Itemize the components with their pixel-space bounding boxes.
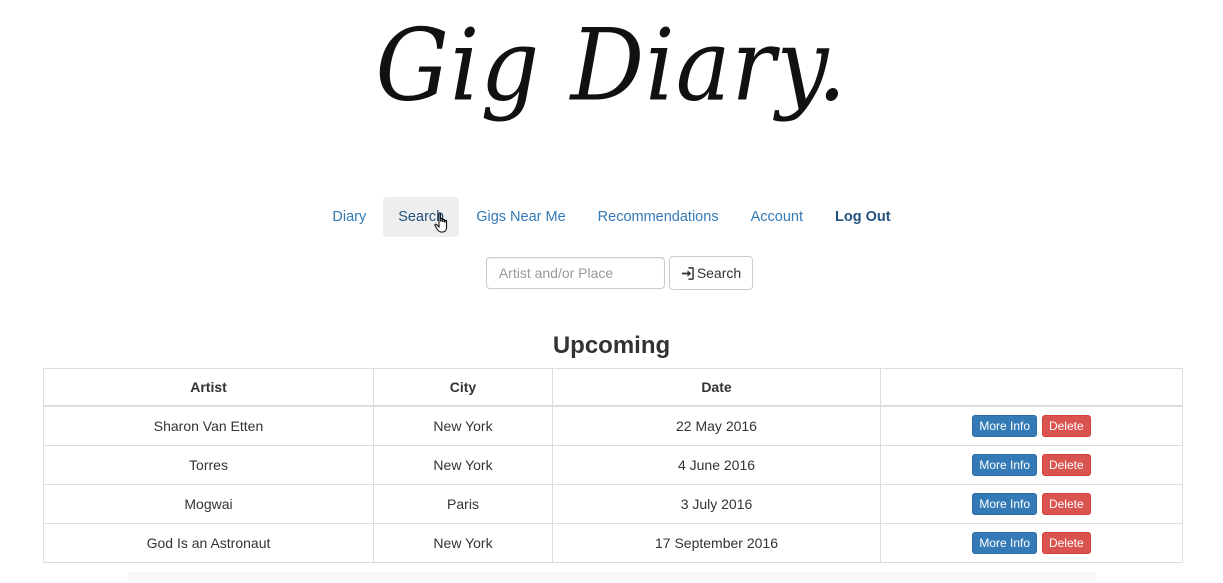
nav-account[interactable]: Account [736, 197, 818, 237]
page: Gig Diary. Diary Search Gigs Near Me Rec… [0, 0, 1223, 583]
actions-cell: More Info Delete [880, 484, 1183, 524]
column-header-city: City [373, 368, 553, 407]
more-info-button[interactable]: More Info [972, 454, 1038, 476]
artist-cell: Mogwai [43, 484, 374, 524]
table-row: Mogwai Paris 3 July 2016 More Info Delet… [43, 484, 1183, 524]
artist-cell: Sharon Van Etten [43, 405, 374, 446]
date-cell: 17 September 2016 [552, 523, 881, 563]
nav-log-out[interactable]: Log Out [820, 197, 906, 237]
search-button-label: Search [696, 265, 742, 281]
logo-text: Gig Diary. [375, 7, 848, 124]
delete-button[interactable]: Delete [1041, 454, 1091, 476]
sign-in-icon [681, 266, 694, 280]
delete-button[interactable]: Delete [1041, 415, 1091, 437]
table-row: Torres New York 4 June 2016 More Info De… [43, 445, 1183, 485]
actions-cell: More Info Delete [880, 445, 1183, 485]
delete-button[interactable]: Delete [1041, 532, 1091, 554]
actions-cell: More Info Delete [880, 405, 1183, 446]
date-cell: 22 May 2016 [552, 405, 881, 446]
city-cell: Paris [373, 484, 553, 524]
upcoming-table: Artist City Date Sharon Van Etten New Yo… [43, 368, 1183, 563]
more-info-button[interactable]: More Info [972, 415, 1038, 437]
column-header-actions [880, 368, 1183, 407]
table-header-row: Artist City Date [43, 368, 1183, 407]
date-cell: 3 July 2016 [552, 484, 881, 524]
date-cell: 4 June 2016 [552, 445, 881, 485]
main-nav: Diary Search Gigs Near Me Recommendation… [0, 197, 1223, 237]
city-cell: New York [373, 405, 553, 446]
column-header-date: Date [552, 368, 881, 407]
search-input[interactable] [485, 257, 665, 289]
hand-cursor-icon [434, 212, 448, 233]
search-button[interactable]: Search [668, 256, 754, 290]
logo: Gig Diary. [0, 0, 1223, 178]
table-row: Sharon Van Etten New York 22 May 2016 Mo… [43, 405, 1183, 446]
more-info-button[interactable]: More Info [972, 493, 1038, 515]
table-row: God Is an Astronaut New York 17 Septembe… [43, 523, 1183, 563]
nav-gigs-near-me[interactable]: Gigs Near Me [461, 197, 580, 237]
city-cell: New York [373, 523, 553, 563]
delete-button[interactable]: Delete [1041, 493, 1091, 515]
search-bar: Search [0, 256, 1223, 290]
artist-cell: God Is an Astronaut [43, 523, 374, 563]
upcoming-title: Upcoming [552, 332, 671, 359]
actions-cell: More Info Delete [880, 523, 1183, 563]
footer-divider [128, 572, 1096, 583]
nav-diary[interactable]: Diary [317, 197, 381, 237]
column-header-artist: Artist [43, 368, 374, 407]
more-info-button[interactable]: More Info [972, 532, 1038, 554]
city-cell: New York [373, 445, 553, 485]
nav-recommendations[interactable]: Recommendations [583, 197, 734, 237]
artist-cell: Torres [43, 445, 374, 485]
